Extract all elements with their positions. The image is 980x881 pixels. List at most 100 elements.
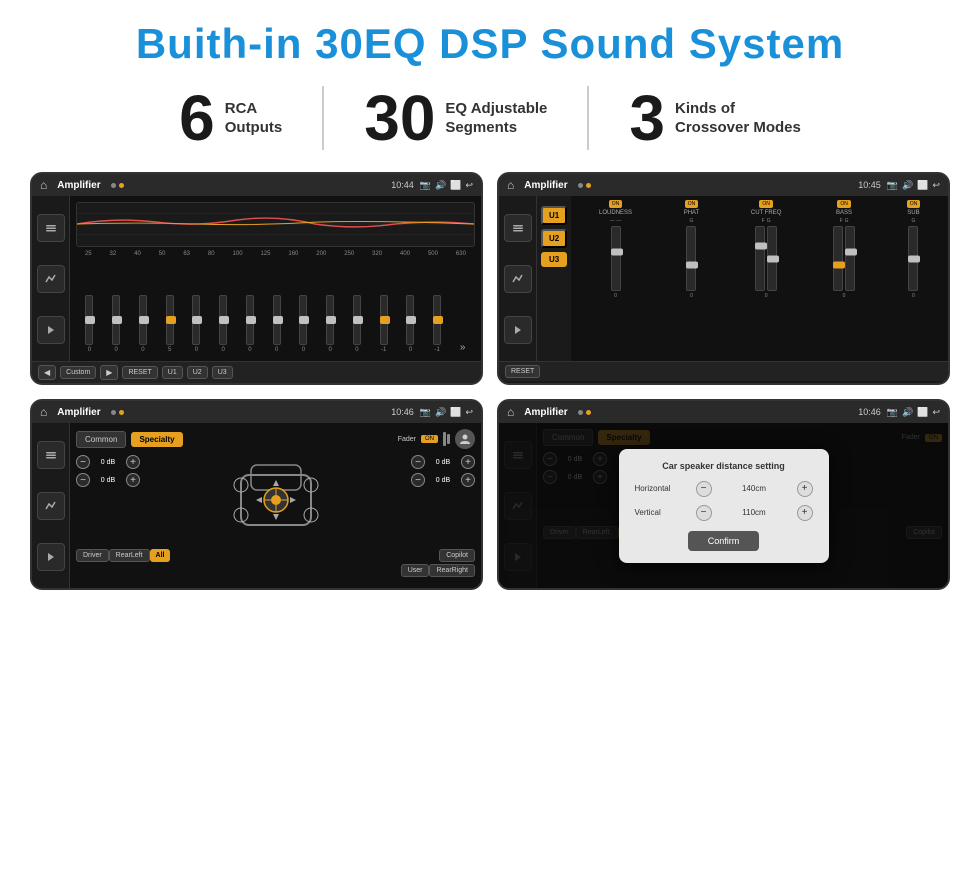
dialog-home-icon[interactable]: ⌂ [507,405,514,419]
eq-slider-7[interactable]: 0 [273,295,281,353]
vol2-plus[interactable]: + [126,473,140,487]
eq-slider-2[interactable]: 0 [139,295,147,353]
eq-sidebar-btn3[interactable] [37,316,65,344]
eq-u2-btn[interactable]: U2 [187,366,208,379]
eq-next-btn[interactable]: ▶ [100,365,118,380]
loudness-toggle[interactable]: ON [609,200,623,208]
eq-slider-1[interactable]: 0 [112,295,120,353]
loudness-control: ON LOUDNESS — — 0 [599,200,632,299]
vol2-minus[interactable]: − [76,473,90,487]
fader-user-btn[interactable]: User [401,564,430,577]
vol-row-1: − 0 dB + [76,455,140,469]
dialog-status-bar: ⌂ Amplifier 10:46 📷 🔊 ⬜ ↩ [499,401,948,423]
fader-rearright-btn[interactable]: RearRight [429,564,475,577]
eq-back-icon[interactable]: ↩ [465,180,473,191]
dialog-overlay: Car speaker distance setting Horizontal … [499,423,948,588]
crossover-sidebar-btn1[interactable] [504,214,532,242]
stat-label-crossover: Kinds ofCrossover Modes [675,99,801,138]
cutfreq-toggle[interactable]: ON [759,200,773,208]
vol3-plus[interactable]: + [461,455,475,469]
crossover-back-icon[interactable]: ↩ [932,180,940,191]
fader-rearleft-btn[interactable]: RearLeft [109,549,150,562]
fader-sidebar-btn3[interactable] [37,543,65,571]
sub-slider[interactable] [908,226,918,291]
crossover-controls: ON LOUDNESS — — 0 [571,196,948,361]
fader-toggle[interactable]: ON [421,435,438,443]
crossover-sidebar-btn3[interactable] [504,316,532,344]
eq-slider-9[interactable]: 0 [326,295,334,353]
stat-rca: 6 RCAOutputs [139,86,324,150]
fader-top-row: Common Specialty Fader ON [76,429,475,449]
vol4-minus[interactable]: − [411,473,425,487]
cutfreq-slider1[interactable] [755,226,765,291]
crossover-reset-btn[interactable]: RESET [505,365,540,378]
crossover-u3-btn[interactable]: U3 [541,252,567,267]
fader-main: Common Specialty Fader ON [70,423,481,588]
cutfreq-slider2[interactable] [767,226,777,291]
phat-slider[interactable] [686,226,696,291]
eq-slider-more[interactable]: » [460,342,466,353]
fader-driver-btn[interactable]: Driver [76,549,109,562]
crossover-home-icon[interactable]: ⌂ [507,178,514,192]
bass-slider2[interactable] [845,226,855,291]
fader-person-icon[interactable] [455,429,475,449]
eq-slider-5[interactable]: 0 [219,295,227,353]
dialog-confirm-btn[interactable]: Confirm [688,531,760,551]
bass-slider1[interactable] [833,226,843,291]
crossover-u2-btn[interactable]: U2 [541,229,567,248]
vol3-minus[interactable]: − [411,455,425,469]
dialog-v-minus[interactable]: − [696,505,712,521]
fader-slider-bars[interactable] [443,432,450,446]
dialog-back-icon[interactable]: ↩ [932,407,940,418]
eq-sidebar-btn1[interactable] [37,214,65,242]
crossover-sidebar-btn2[interactable] [504,265,532,293]
eq-slider-3[interactable]: 5 [166,295,174,353]
eq-slider-6[interactable]: 0 [246,295,254,353]
fader-common-tab[interactable]: Common [76,431,126,448]
dialog-h-minus[interactable]: − [696,481,712,497]
dialog-v-plus[interactable]: + [797,505,813,521]
phat-toggle[interactable]: ON [685,200,699,208]
eq-home-icon[interactable]: ⌂ [40,178,47,192]
fader-copilot-btn[interactable]: Copilot [439,549,475,562]
crossover-u-buttons: U1 U2 U3 [537,196,571,361]
fader-back-icon[interactable]: ↩ [465,407,473,418]
sub-toggle[interactable]: ON [907,200,921,208]
eq-sidebar-btn2[interactable] [37,265,65,293]
fader-all-btn[interactable]: All [150,549,171,562]
eq-dot1 [111,183,116,188]
fader-dot1 [111,410,116,415]
eq-slider-10[interactable]: 0 [353,295,361,353]
eq-slider-12[interactable]: 0 [406,295,414,353]
fader-sidebar-btn1[interactable] [37,441,65,469]
loudness-label: LOUDNESS [599,210,632,216]
eq-slider-8[interactable]: 0 [299,295,307,353]
loudness-slider[interactable] [611,226,621,291]
eq-slider-4[interactable]: 0 [192,295,200,353]
eq-slider-11[interactable]: -1 [380,295,388,353]
eq-custom-btn[interactable]: Custom [60,366,96,379]
crossover-dot1 [578,183,583,188]
fader-home-icon[interactable]: ⌂ [40,405,47,419]
freq-63: 63 [183,251,190,257]
freq-160: 160 [288,251,298,257]
eq-prev-btn[interactable]: ◀ [38,365,56,380]
freq-630: 630 [456,251,466,257]
fader-label: Fader [398,436,416,443]
vol1-minus[interactable]: − [76,455,90,469]
fader-specialty-tab[interactable]: Specialty [131,432,182,447]
eq-u3-btn[interactable]: U3 [212,366,233,379]
fader-sidebar-btn2[interactable] [37,492,65,520]
freq-32: 32 [110,251,117,257]
bass-toggle[interactable]: ON [837,200,851,208]
vol1-plus[interactable]: + [126,455,140,469]
vol4-plus[interactable]: + [461,473,475,487]
dialog-h-plus[interactable]: + [797,481,813,497]
eq-slider-0[interactable]: 0 [85,295,93,353]
crossover-content: U1 U2 U3 ON LOUDNESS — — [499,196,948,361]
eq-u1-btn[interactable]: U1 [162,366,183,379]
eq-slider-13[interactable]: -1 [433,295,441,353]
eq-reset-btn[interactable]: RESET [122,366,157,379]
crossover-u1-btn[interactable]: U1 [541,206,567,225]
sub-control: ON SUB G 0 [907,200,921,299]
